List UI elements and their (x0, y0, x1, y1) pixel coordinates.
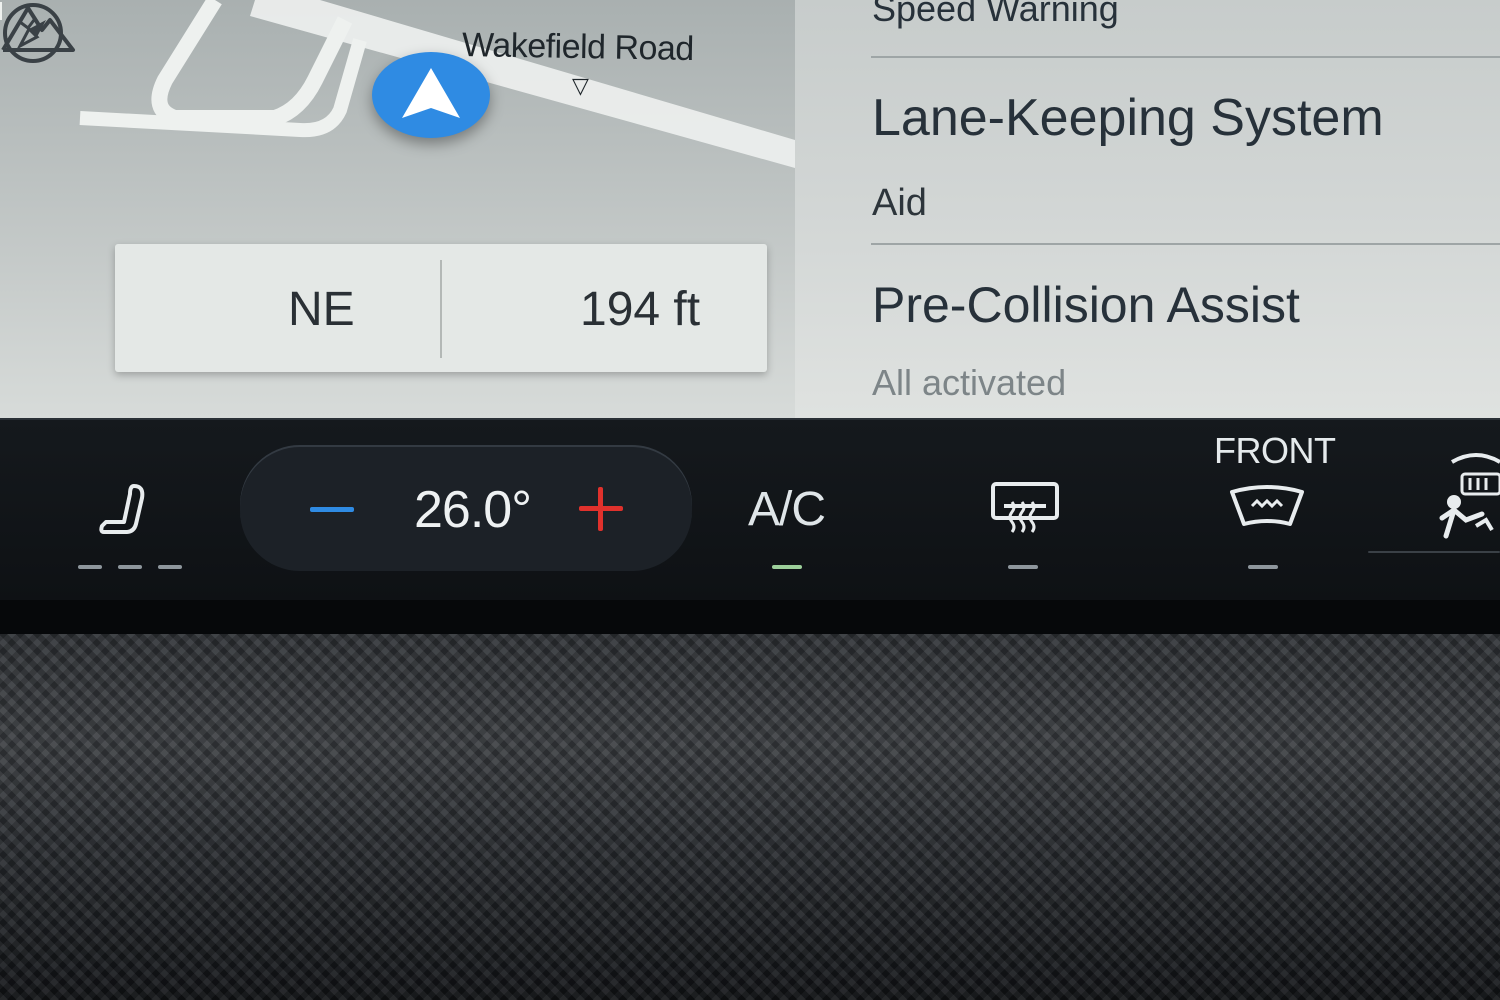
seat-heat-icon[interactable] (96, 480, 156, 544)
seat-heat-level-3 (158, 565, 182, 569)
front-defrost-icon[interactable] (1228, 484, 1306, 530)
elevation-value: 194 ft (580, 283, 701, 336)
screen-bezel-gap (0, 600, 1500, 634)
row-divider (871, 243, 1500, 245)
row-divider (871, 56, 1500, 58)
ac-indicator (772, 565, 802, 569)
ac-button[interactable]: A/C (748, 482, 826, 537)
climate-bar-divider (1368, 551, 1500, 553)
heading-value: NE (288, 283, 355, 336)
info-card-divider (440, 260, 442, 358)
street-pointer-icon: ▽ (572, 73, 589, 98)
auto-climate-icon[interactable] (1432, 440, 1500, 550)
temperature-value: 26.0° (414, 481, 532, 539)
setting-lane-keeping-system[interactable]: Lane-Keeping System (872, 88, 1384, 148)
infotainment-screen: Wakefield Road ▽ NE 194 ft Speed Warning… (0, 0, 1500, 600)
seat-heat-level-2 (118, 565, 142, 569)
rear-defrost-indicator (1008, 565, 1038, 569)
carbon-fiber-trim (0, 600, 1500, 1000)
temperature-decrease-button[interactable] (306, 490, 358, 530)
setting-pre-collision-assist[interactable]: Pre-Collision Assist (872, 276, 1300, 334)
front-defrost-indicator (1248, 565, 1278, 569)
setting-pre-collision-status: All activated (872, 362, 1067, 403)
street-name: Wakefield Road (461, 25, 695, 69)
rear-defrost-icon[interactable] (990, 480, 1060, 536)
seat-heat-level-1 (78, 565, 102, 569)
temperature-increase-button[interactable] (576, 484, 626, 534)
setting-speed-warning[interactable]: Speed Warning (872, 0, 1119, 30)
setting-lane-keeping-status: Aid (872, 182, 927, 224)
front-defrost-label: FRONT (1214, 430, 1336, 471)
mountain-elevation-icon (1, 6, 75, 52)
navigation-map[interactable]: Wakefield Road ▽ NE 194 ft (0, 0, 795, 418)
